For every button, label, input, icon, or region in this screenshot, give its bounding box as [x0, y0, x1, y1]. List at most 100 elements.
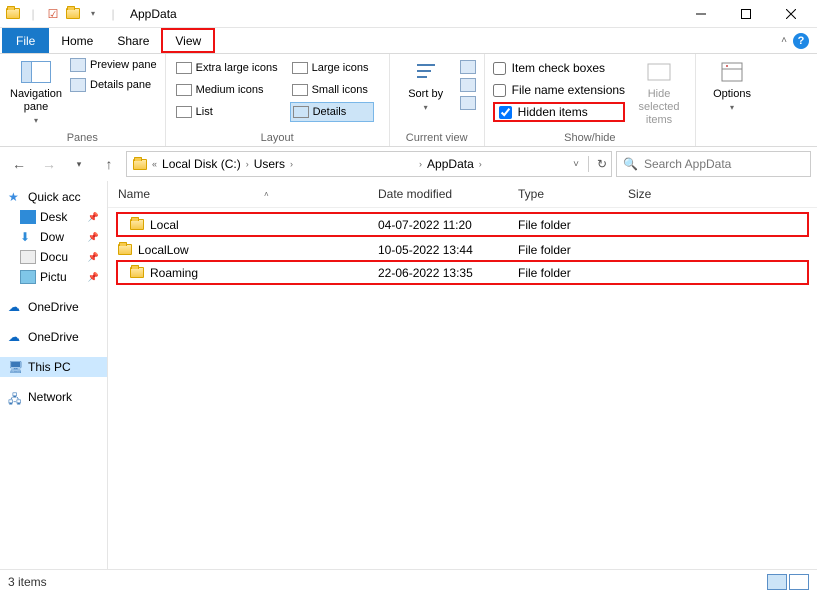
column-type[interactable]: Type [518, 187, 628, 201]
window-title: AppData [130, 7, 177, 21]
file-name-extensions-toggle[interactable]: File name extensions [493, 80, 625, 100]
file-row-roaming[interactable]: Roaming 22-06-2022 13:35 File folder [116, 260, 809, 285]
column-size[interactable]: Size [628, 187, 708, 201]
nav-quick-access[interactable]: ★Quick acc [0, 187, 107, 207]
status-item-count: 3 items [8, 575, 47, 589]
layout-small-icons[interactable]: Small icons [290, 80, 375, 100]
hide-selected-items-button[interactable]: Hide selected items [631, 58, 687, 128]
breadcrumb-dropdown-icon[interactable]: ˅ [572, 159, 580, 170]
nav-documents[interactable]: Docu📌 [0, 247, 107, 267]
breadcrumb-seg-drive[interactable]: Local Disk (C:) [160, 157, 243, 171]
chevron-down-icon: ▾ [424, 103, 428, 113]
file-list: Local 04-07-2022 11:20 File folder Local… [108, 208, 817, 291]
preview-pane-button[interactable]: Preview pane [70, 58, 157, 72]
size-columns-icon[interactable] [460, 96, 476, 110]
downloads-icon: ⬇ [20, 230, 36, 244]
navigation-pane: ★Quick acc Desk📌 ⬇Dow📌 Docu📌 Pictu📌 ☁One… [0, 181, 108, 569]
folder-icon [130, 219, 144, 230]
documents-icon [20, 250, 36, 264]
pin-icon: 📌 [88, 212, 103, 223]
help-icon[interactable]: ? [793, 33, 809, 49]
file-row-local[interactable]: Local 04-07-2022 11:20 File folder [116, 212, 809, 237]
qat-separator: | [24, 5, 42, 23]
file-row-locallow[interactable]: LocalLow 10-05-2022 13:44 File folder [108, 239, 817, 260]
titlebar: | ☑ ▾ | AppData [0, 0, 817, 28]
network-icon: 🖧 [8, 390, 24, 404]
options-button[interactable]: Options ▾ [704, 58, 760, 113]
ribbon-view: Navigation pane ▾ Preview pane Details p… [0, 54, 817, 147]
column-headers[interactable]: Name˄ Date modified Type Size [108, 181, 817, 208]
breadcrumb[interactable]: « Local Disk (C:) › Users › › AppData › … [126, 151, 612, 177]
sort-by-button[interactable]: Sort by ▾ [398, 58, 454, 113]
app-icon [4, 5, 22, 23]
breadcrumb-seg-appdata[interactable]: AppData [425, 157, 476, 171]
search-icon: 🔍 [623, 157, 638, 171]
status-bar: 3 items [0, 569, 817, 593]
close-button[interactable] [768, 0, 813, 28]
chevron-down-icon: ▾ [730, 103, 734, 113]
breadcrumb-seg-users[interactable]: Users [252, 157, 287, 171]
star-icon: ★ [8, 190, 24, 204]
qat-properties-icon[interactable]: ☑ [44, 5, 62, 23]
ribbon-group-currentview: Sort by ▾ Current view [390, 54, 485, 146]
pin-icon: 📌 [88, 232, 103, 243]
folder-icon [118, 244, 132, 255]
qat-separator2: | [104, 5, 122, 23]
back-button[interactable]: ← [6, 151, 32, 177]
cloud-icon: ☁ [8, 330, 24, 344]
nav-onedrive-1[interactable]: ☁OneDrive [0, 297, 107, 317]
layout-large-icons[interactable]: Large icons [290, 58, 375, 78]
layout-list[interactable]: List [174, 102, 284, 122]
details-pane-button[interactable]: Details pane [70, 78, 157, 92]
recent-locations-button[interactable]: ▾ [66, 151, 92, 177]
nav-desktop[interactable]: Desk📌 [0, 207, 107, 227]
column-name[interactable]: Name˄ [118, 187, 378, 201]
ribbon-collapse-icon[interactable]: ˄ [781, 35, 787, 46]
nav-onedrive-2[interactable]: ☁OneDrive [0, 327, 107, 347]
nav-pictures[interactable]: Pictu📌 [0, 267, 107, 287]
nav-this-pc[interactable]: 🖥This PC [0, 357, 107, 377]
tab-file[interactable]: File [2, 28, 49, 53]
chevron-right-icon[interactable]: › [245, 159, 250, 169]
add-columns-icon[interactable] [460, 78, 476, 92]
nav-network[interactable]: 🖧Network [0, 387, 107, 407]
forward-button[interactable]: → [36, 151, 62, 177]
item-check-boxes-toggle[interactable]: Item check boxes [493, 58, 625, 78]
qat-newfolder-icon[interactable] [64, 5, 82, 23]
address-bar-row: ← → ▾ ↑ « Local Disk (C:) › Users › › Ap… [0, 147, 817, 181]
refresh-icon[interactable]: ↻ [597, 157, 607, 171]
large-icons-view-toggle[interactable] [789, 574, 809, 590]
up-button[interactable]: ↑ [96, 151, 122, 177]
pin-icon: 📌 [88, 272, 103, 283]
details-view-toggle[interactable] [767, 574, 787, 590]
minimize-button[interactable] [678, 0, 723, 28]
layout-medium-icons[interactable]: Medium icons [174, 80, 284, 100]
chevron-right-icon[interactable]: › [478, 159, 483, 169]
tab-share[interactable]: Share [105, 28, 161, 53]
tab-home[interactable]: Home [49, 28, 105, 53]
maximize-button[interactable] [723, 0, 768, 28]
content-pane: Name˄ Date modified Type Size Local 04-0… [108, 181, 817, 569]
group-by-icon[interactable] [460, 60, 476, 74]
column-date[interactable]: Date modified [378, 187, 518, 201]
cloud-icon: ☁ [8, 300, 24, 314]
ribbon-group-panes: Navigation pane ▾ Preview pane Details p… [0, 54, 166, 146]
breadcrumb-overflow-icon[interactable]: « [151, 159, 158, 169]
chevron-right-icon[interactable]: › [418, 159, 423, 169]
desktop-icon [20, 210, 36, 224]
pc-icon: 🖥 [8, 360, 24, 374]
nav-downloads[interactable]: ⬇Dow📌 [0, 227, 107, 247]
chevron-down-icon: ▾ [34, 116, 38, 126]
tab-view[interactable]: View [161, 28, 215, 53]
search-input[interactable]: 🔍 Search AppData [616, 151, 811, 177]
sort-asc-icon: ˄ [264, 190, 269, 199]
layout-extra-large-icons[interactable]: Extra large icons [174, 58, 284, 78]
qat-dropdown-icon[interactable]: ▾ [84, 5, 102, 23]
hidden-items-toggle[interactable]: Hidden items [493, 102, 625, 122]
pin-icon: 📌 [88, 252, 103, 263]
navigation-pane-button[interactable]: Navigation pane ▾ [8, 58, 64, 126]
layout-details[interactable]: Details [290, 102, 375, 122]
location-folder-icon [131, 155, 149, 173]
chevron-right-icon[interactable]: › [289, 159, 294, 169]
ribbon-tabs: File Home Share View ˄ ? [0, 28, 817, 54]
